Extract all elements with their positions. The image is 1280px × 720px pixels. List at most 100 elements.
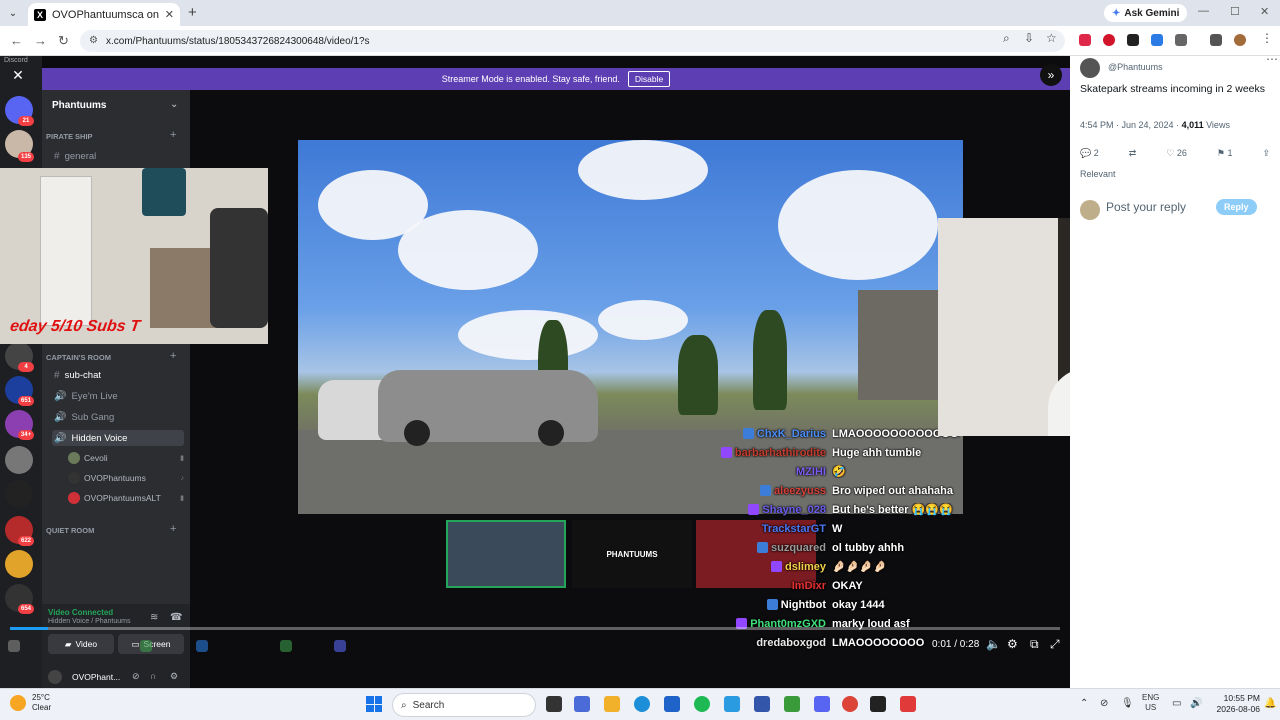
channel-sub-gang[interactable]: 🔊 Sub Gang xyxy=(52,409,184,425)
discord-icon[interactable] xyxy=(814,696,830,712)
add-channel-icon[interactable]: + xyxy=(170,523,176,535)
post-handle[interactable]: @Phantuums xyxy=(1108,62,1163,72)
disable-button[interactable]: Disable xyxy=(627,71,671,87)
server-icon[interactable] xyxy=(5,550,33,578)
settings-gear-icon[interactable]: ⚙ xyxy=(170,671,178,682)
telegram-icon[interactable] xyxy=(724,696,740,712)
back-icon[interactable]: ← xyxy=(10,33,23,48)
video-player[interactable]: Discord ✕ 21 135 4 651 34+ 622 654 Phant… xyxy=(0,56,1070,688)
xbox-icon[interactable] xyxy=(784,696,800,712)
network-icon[interactable]: ⊘ xyxy=(1100,698,1108,709)
app-icon[interactable] xyxy=(870,696,886,712)
participant-thumbnail[interactable]: PHANTUUMS xyxy=(572,520,692,588)
volume-icon[interactable]: 🔊 xyxy=(1190,698,1202,709)
add-channel-icon[interactable]: + xyxy=(170,129,176,141)
windows-start-icon[interactable] xyxy=(366,696,382,712)
channel-hidden-voice[interactable]: 🔊 Hidden Voice xyxy=(52,430,184,446)
extension-icon[interactable] xyxy=(1079,34,1091,46)
bookmark-button[interactable]: ⚑ 1 xyxy=(1217,148,1233,159)
server-icon[interactable] xyxy=(5,480,33,508)
zoom-icon[interactable]: ⌕ xyxy=(1003,31,1010,46)
extensions-puzzle-icon[interactable] xyxy=(1175,34,1187,46)
app-icon[interactable] xyxy=(754,696,770,712)
edge-icon[interactable] xyxy=(634,696,650,712)
bookmark-star-icon[interactable]: ☆ xyxy=(1046,31,1057,45)
site-info-icon[interactable]: ⚙ xyxy=(89,35,98,46)
share-icon[interactable]: ⇪ xyxy=(1262,148,1270,159)
browser-tab[interactable]: X OVOPhantuumsca on X: "Skatep ✕ xyxy=(28,3,180,26)
extension-icon[interactable] xyxy=(1127,34,1139,46)
minimize-icon[interactable]: — xyxy=(1198,5,1209,17)
language-indicator[interactable]: ENG US xyxy=(1142,693,1159,713)
forward-icon[interactable]: → xyxy=(34,33,47,48)
tab-close-icon[interactable]: ✕ xyxy=(165,8,174,21)
picture-in-picture-icon[interactable]: ⧉ xyxy=(1030,637,1039,652)
notifications-icon[interactable]: 🔔 xyxy=(1264,698,1276,709)
mic-icon[interactable]: 🎙 xyxy=(1121,698,1134,709)
add-channel-icon[interactable]: + xyxy=(170,350,176,362)
voice-member[interactable]: OVOPhantuumsALT ▮ xyxy=(68,490,184,506)
display-icon[interactable]: ▭ xyxy=(1172,698,1181,709)
voice-member[interactable]: Cevoli ▮ xyxy=(68,450,184,466)
category-pirate-ship[interactable]: PIRATE SHIP xyxy=(46,132,93,141)
server-name[interactable]: Phantuums xyxy=(52,100,106,111)
ask-gemini-button[interactable]: ✦ Ask Gemini xyxy=(1104,4,1188,22)
reply-submit-button[interactable]: Reply xyxy=(1216,199,1257,215)
video-progress-bar[interactable] xyxy=(10,627,1060,630)
mic-icon[interactable]: ⊘ xyxy=(132,671,140,682)
reading-list-icon[interactable] xyxy=(1210,34,1222,46)
channel-general[interactable]: # general xyxy=(52,148,184,164)
reply-input[interactable]: Post your reply xyxy=(1106,200,1186,214)
chrome-icon[interactable] xyxy=(842,696,858,712)
maximize-icon[interactable]: ☐ xyxy=(1230,5,1240,18)
chevron-up-icon[interactable]: ⌃ xyxy=(1080,698,1088,709)
settings-gear-icon[interactable]: ⚙ xyxy=(1007,637,1018,651)
extension-icon[interactable] xyxy=(1103,34,1115,46)
profile-avatar[interactable] xyxy=(1234,34,1246,46)
extension-icon[interactable] xyxy=(1151,34,1163,46)
system-clock[interactable]: 10:55 PM 2026-08-06 xyxy=(1212,693,1260,715)
noise-suppression-icon[interactable]: ≋ xyxy=(150,612,158,623)
chevron-down-icon[interactable]: ⌄ xyxy=(170,99,178,110)
post-time[interactable]: 4:54 PM · Jun 24, 2024 · xyxy=(1080,120,1182,130)
chrome-menu-icon[interactable]: ⋮ xyxy=(1261,31,1273,45)
copilot-icon[interactable] xyxy=(574,696,590,712)
channel-eyem-live[interactable]: 🔊 Eye'm Live xyxy=(52,388,184,404)
task-view-icon[interactable] xyxy=(546,696,562,712)
address-bar[interactable]: ⚙ x.com/Phantuums/status/180534372682430… xyxy=(80,30,1065,52)
reply-button[interactable]: 💬 2 xyxy=(1080,148,1099,159)
avatar[interactable] xyxy=(1080,58,1100,78)
spotify-icon[interactable] xyxy=(694,696,710,712)
more-icon[interactable]: ⋯ xyxy=(1266,52,1278,66)
server-icon[interactable] xyxy=(5,446,33,474)
channel-sub-chat[interactable]: # sub-chat xyxy=(52,367,184,383)
expand-icon[interactable]: » xyxy=(1040,64,1062,86)
headset-icon[interactable]: ∩ xyxy=(150,671,156,681)
stream-icon: ▮ xyxy=(180,495,184,502)
taskbar-search[interactable]: ⌕ Search xyxy=(392,693,536,717)
app-icon[interactable] xyxy=(664,696,680,712)
category-captains-room[interactable]: CAPTAIN'S ROOM xyxy=(46,353,111,362)
new-tab-button[interactable]: + xyxy=(188,4,197,21)
fullscreen-icon[interactable]: ⤢ xyxy=(1050,637,1060,652)
participant-thumbnail[interactable] xyxy=(446,520,566,588)
voice-location[interactable]: Hidden Voice / Phantuums xyxy=(48,618,131,625)
like-button[interactable]: ♡ 26 xyxy=(1166,148,1187,159)
file-explorer-icon[interactable] xyxy=(604,696,620,712)
install-icon[interactable]: ⇩ xyxy=(1024,31,1034,45)
volume-icon[interactable]: 🔈 xyxy=(986,637,1001,651)
chat-badge-icon xyxy=(748,523,759,534)
disconnect-icon[interactable]: ☎ xyxy=(170,612,182,623)
reload-icon[interactable]: ↻ xyxy=(58,33,69,49)
avatar[interactable] xyxy=(48,670,62,684)
weather-widget[interactable]: 25°C Clear xyxy=(10,693,51,713)
tab-search-icon[interactable]: ⌄ xyxy=(6,6,20,20)
voice-member[interactable]: OVOPhantuums ♪ xyxy=(68,470,184,486)
app-icon[interactable] xyxy=(900,696,916,712)
sort-dropdown[interactable]: Relevant xyxy=(1080,169,1116,179)
username[interactable]: OVOPhant... xyxy=(72,672,120,682)
category-quiet-room[interactable]: QUIET ROOM xyxy=(46,526,94,535)
close-icon[interactable]: ✕ xyxy=(9,66,27,84)
repost-icon[interactable]: ⇄ xyxy=(1129,148,1137,159)
window-close-icon[interactable]: ✕ xyxy=(1260,5,1269,18)
